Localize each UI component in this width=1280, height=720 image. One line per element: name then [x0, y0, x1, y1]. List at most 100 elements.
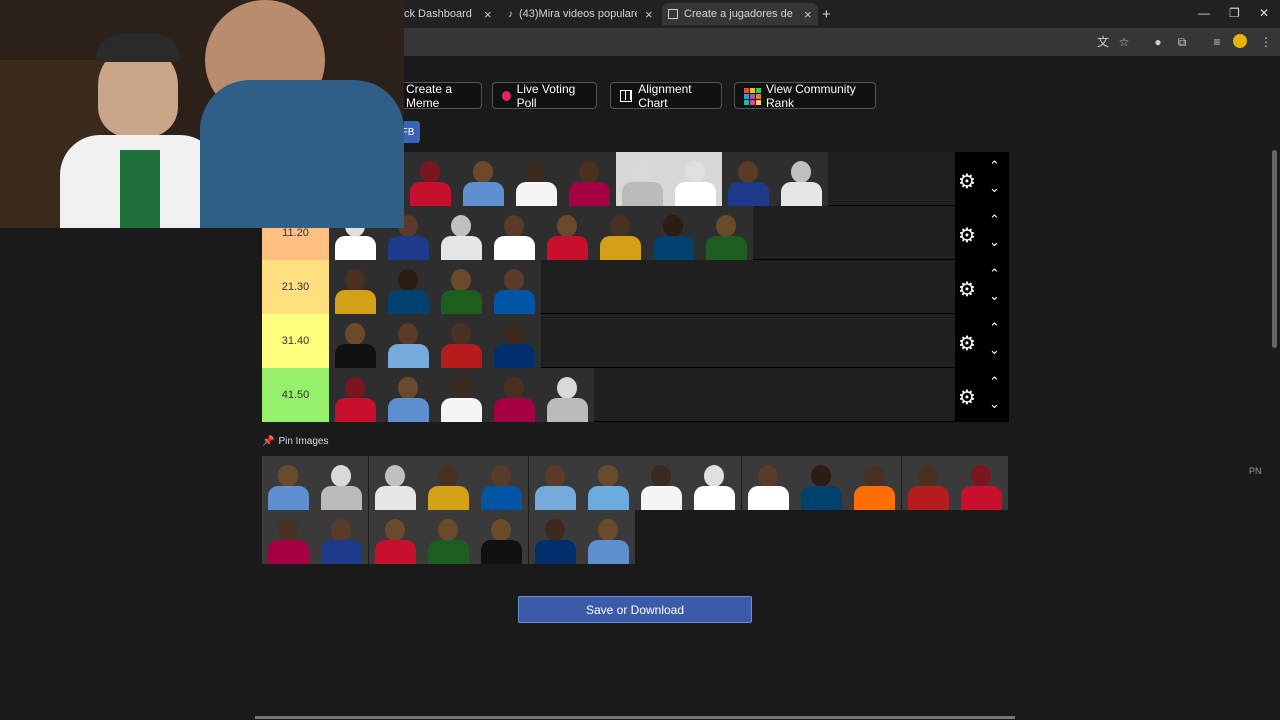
- horizontal-scrollbar[interactable]: [255, 716, 1015, 719]
- chevron-down-icon[interactable]: ⌄: [989, 342, 1000, 358]
- chevron-up-icon[interactable]: ⌃: [989, 266, 1000, 282]
- player-jersey: [441, 398, 482, 422]
- player-thumbnail[interactable]: [488, 314, 541, 368]
- tab-tier-list[interactable]: Create a jugadores de futbol de ×: [662, 3, 818, 25]
- player-jersey: [653, 236, 694, 260]
- minimize-icon[interactable]: —: [1198, 6, 1210, 20]
- live-voting-poll-button[interactable]: Live Voting Poll: [492, 82, 597, 110]
- chevron-up-icon[interactable]: ⌃: [989, 374, 1000, 390]
- profile-avatar[interactable]: [1233, 34, 1247, 48]
- player-thumbnail[interactable]: [594, 206, 647, 260]
- tier-label[interactable]: 41.50: [262, 368, 329, 422]
- player-thumbnail[interactable]: [510, 152, 563, 206]
- player-thumbnail[interactable]: [541, 368, 594, 422]
- tab-videos[interactable]: ♪ (43)Mira videos populares selec ×: [504, 3, 659, 25]
- player-thumbnail[interactable]: [488, 206, 541, 260]
- image-pool: [262, 456, 1009, 564]
- chevron-up-icon[interactable]: ⌃: [989, 158, 1000, 174]
- tab-dashboard[interactable]: ck Dashboard ×: [398, 3, 498, 25]
- pool-player-thumbnail[interactable]: [262, 456, 315, 510]
- pool-player-thumbnail[interactable]: [315, 510, 369, 564]
- player-thumbnail[interactable]: [647, 206, 700, 260]
- gear-icon[interactable]: ⚙: [958, 277, 976, 302]
- player-thumbnail[interactable]: [329, 314, 382, 368]
- pool-player-thumbnail[interactable]: [954, 456, 1008, 510]
- alignment-chart-button[interactable]: Alignment Chart: [610, 82, 722, 110]
- create-meme-button[interactable]: Create a Meme: [396, 82, 482, 110]
- pool-player-thumbnail[interactable]: [475, 510, 529, 564]
- player-thumbnail[interactable]: [700, 206, 753, 260]
- player-thumbnail[interactable]: [722, 152, 775, 206]
- gear-icon[interactable]: ⚙: [958, 223, 976, 248]
- player-thumbnail[interactable]: [329, 260, 382, 314]
- chevron-down-icon[interactable]: ⌄: [989, 396, 1000, 412]
- player-thumbnail[interactable]: [488, 368, 541, 422]
- player-thumbnail[interactable]: [435, 314, 488, 368]
- pool-player-thumbnail[interactable]: [901, 456, 955, 510]
- player-thumbnail[interactable]: [616, 152, 669, 206]
- player-thumbnail[interactable]: [329, 368, 382, 422]
- menu-kebab-icon[interactable]: ⋮: [1258, 34, 1274, 50]
- pool-player-thumbnail[interactable]: [421, 510, 475, 564]
- pool-player-thumbnail[interactable]: [368, 456, 422, 510]
- tab-close-icon[interactable]: ×: [645, 7, 653, 22]
- tab-close-icon[interactable]: ×: [804, 7, 812, 22]
- media-icon[interactable]: ≡: [1209, 34, 1225, 50]
- tab-close-icon[interactable]: ×: [484, 7, 492, 22]
- vertical-scrollbar[interactable]: [1272, 150, 1277, 348]
- gear-icon[interactable]: ⚙: [958, 331, 976, 356]
- pool-player-thumbnail[interactable]: [795, 456, 848, 510]
- player-head: [345, 269, 365, 291]
- pool-player-thumbnail[interactable]: [475, 456, 529, 510]
- chevron-up-icon[interactable]: ⌃: [989, 320, 1000, 336]
- save-download-button[interactable]: Save or Download: [518, 596, 752, 623]
- tier-label[interactable]: 31.40: [262, 314, 329, 368]
- player-thumbnail[interactable]: [435, 260, 488, 314]
- pool-player-thumbnail[interactable]: [635, 456, 689, 510]
- pool-player-thumbnail[interactable]: [848, 456, 902, 510]
- pool-player-thumbnail[interactable]: [688, 456, 742, 510]
- pool-player-thumbnail[interactable]: [528, 510, 582, 564]
- translate-icon[interactable]: 文: [1095, 34, 1111, 50]
- chevron-down-icon[interactable]: ⌄: [989, 288, 1000, 304]
- pool-player-thumbnail[interactable]: [368, 510, 422, 564]
- player-thumbnail[interactable]: [457, 152, 510, 206]
- player-head: [738, 161, 758, 183]
- pool-player-thumbnail[interactable]: [741, 456, 795, 510]
- pool-player-thumbnail[interactable]: [581, 456, 635, 510]
- pin-images-toggle[interactable]: 📌 Pin Images: [262, 436, 328, 447]
- chevron-down-icon[interactable]: ⌄: [989, 234, 1000, 250]
- pool-player-thumbnail[interactable]: [581, 510, 635, 564]
- new-tab-button[interactable]: +: [822, 3, 838, 25]
- player-thumbnail[interactable]: [541, 206, 594, 260]
- tier-label[interactable]: 21.30: [262, 260, 329, 314]
- chevron-up-icon[interactable]: ⌃: [989, 212, 1000, 228]
- webcam-person2-shirt: [200, 80, 404, 228]
- red-dot-icon: [502, 90, 511, 101]
- puzzle-icon[interactable]: ⧉: [1174, 34, 1190, 50]
- player-thumbnail[interactable]: [775, 152, 828, 206]
- player-thumbnail[interactable]: [435, 368, 488, 422]
- gear-icon[interactable]: ⚙: [958, 385, 976, 410]
- player-thumbnail[interactable]: [382, 314, 435, 368]
- player-thumbnail[interactable]: [382, 260, 435, 314]
- close-window-icon[interactable]: ✕: [1259, 6, 1269, 20]
- pool-player-thumbnail[interactable]: [262, 510, 315, 564]
- restore-icon[interactable]: ❐: [1229, 6, 1240, 20]
- player-head: [345, 323, 365, 345]
- player-thumbnail[interactable]: [488, 260, 541, 314]
- pool-player-thumbnail[interactable]: [421, 456, 475, 510]
- player-thumbnail[interactable]: [563, 152, 616, 206]
- pool-player-thumbnail[interactable]: [528, 456, 582, 510]
- view-community-rank-button[interactable]: View Community Rank: [734, 82, 876, 110]
- gear-icon[interactable]: ⚙: [958, 169, 976, 194]
- chevron-down-icon[interactable]: ⌄: [989, 180, 1000, 196]
- tab-label: Create a jugadores de futbol de: [684, 8, 796, 20]
- player-thumbnail[interactable]: [435, 206, 488, 260]
- extension-icon[interactable]: ●: [1150, 34, 1166, 50]
- player-thumbnail[interactable]: [669, 152, 722, 206]
- player-thumbnail[interactable]: [404, 152, 457, 206]
- player-thumbnail[interactable]: [382, 368, 435, 422]
- pool-player-thumbnail[interactable]: [315, 456, 369, 510]
- bookmark-star-icon[interactable]: ☆: [1116, 34, 1132, 50]
